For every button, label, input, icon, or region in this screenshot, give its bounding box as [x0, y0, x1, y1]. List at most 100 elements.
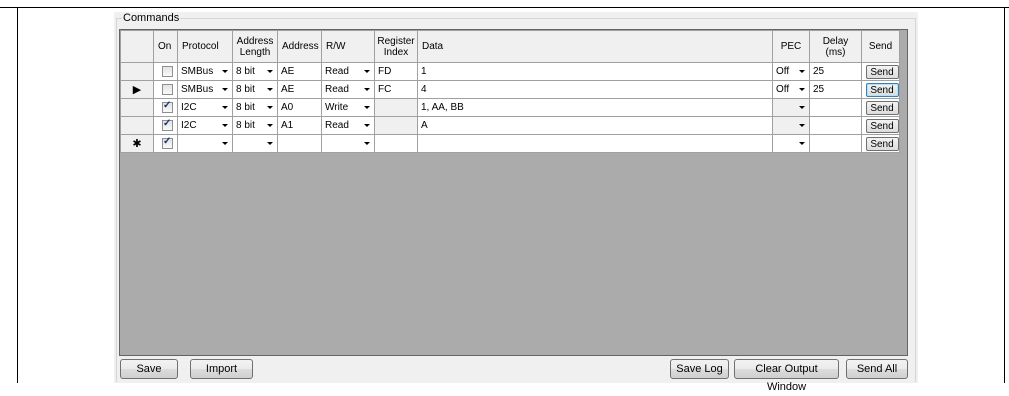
on-checkbox-cell[interactable]: [153, 62, 178, 81]
import-button[interactable]: Import: [190, 359, 253, 379]
on-checkbox[interactable]: [162, 118, 173, 131]
row-header[interactable]: [120, 98, 154, 117]
on-checkbox-cell[interactable]: [153, 80, 178, 99]
send-cell: Send: [861, 80, 900, 99]
delay-cell[interactable]: 25: [809, 80, 862, 99]
address-length-select[interactable]: 8 bit: [232, 116, 278, 135]
table-row: I2C 8 bit A1 Read A Send: [120, 116, 900, 135]
on-checkbox[interactable]: [162, 65, 173, 77]
col-header-pec[interactable]: PEC: [772, 30, 810, 63]
dropdown-arrow-icon: [222, 142, 228, 145]
row-header[interactable]: [120, 62, 154, 81]
table-row: ▶ SMBus 8 bit AE Read FC 4 Off 25 Send: [120, 80, 900, 99]
address-length-select[interactable]: 8 bit: [232, 80, 278, 99]
on-checkbox-cell[interactable]: [153, 98, 178, 117]
dropdown-arrow-icon: [799, 142, 805, 145]
delay-cell[interactable]: [809, 98, 862, 117]
protocol-select[interactable]: SMBus: [177, 80, 233, 99]
on-checkbox-cell[interactable]: [153, 116, 178, 135]
dropdown-arrow-icon: [364, 124, 370, 127]
col-header-send[interactable]: Send: [861, 30, 900, 63]
data-cell[interactable]: 1: [417, 62, 773, 81]
address-cell[interactable]: A0: [277, 98, 322, 117]
rw-select[interactable]: Read: [321, 80, 375, 99]
col-header-data[interactable]: Data: [417, 30, 773, 63]
address-length-value: 8 bit: [236, 102, 255, 113]
delay-cell[interactable]: [809, 116, 862, 135]
on-checkbox[interactable]: [162, 83, 173, 95]
col-header-on[interactable]: On: [153, 30, 178, 63]
protocol-value: SMBus: [181, 66, 214, 77]
col-header-address[interactable]: Address: [277, 30, 322, 63]
col-header-address-length[interactable]: Address Length: [232, 30, 278, 63]
col-header-protocol[interactable]: Protocol: [177, 30, 233, 63]
save-log-button[interactable]: Save Log: [670, 359, 729, 379]
send-cell: Send: [861, 134, 900, 153]
on-checkbox[interactable]: [162, 136, 173, 149]
protocol-select[interactable]: [177, 134, 233, 153]
send-cell: Send: [861, 98, 900, 117]
address-length-value: 8 bit: [236, 120, 255, 131]
data-cell[interactable]: A: [417, 116, 773, 135]
delay-cell[interactable]: [809, 134, 862, 153]
pec-select[interactable]: [772, 134, 810, 153]
row-header[interactable]: [120, 116, 154, 135]
register-index-cell: [374, 98, 418, 117]
dropdown-arrow-icon: [267, 106, 273, 109]
dropdown-arrow-icon: [364, 142, 370, 145]
address-cell[interactable]: AE: [277, 80, 322, 99]
clear-output-window-button[interactable]: Clear Output Window: [734, 359, 839, 393]
address-cell[interactable]: A1: [277, 116, 322, 135]
col-header-rw[interactable]: R/W: [321, 30, 375, 63]
send-button[interactable]: Send: [865, 118, 899, 133]
pec-value: Off: [776, 84, 790, 95]
address-cell[interactable]: AE: [277, 62, 322, 81]
protocol-select[interactable]: I2C: [177, 98, 233, 117]
delay-cell[interactable]: 25: [809, 62, 862, 81]
address-length-select[interactable]: 8 bit: [232, 62, 278, 81]
address-length-value: 8 bit: [236, 84, 255, 95]
dropdown-arrow-icon: [222, 88, 228, 91]
dropdown-arrow-icon: [267, 70, 273, 73]
send-all-button[interactable]: Send All: [846, 359, 908, 379]
register-index-cell[interactable]: FD: [374, 62, 418, 81]
rw-select[interactable]: Write: [321, 98, 375, 117]
send-cell: Send: [861, 62, 900, 81]
rw-select[interactable]: [321, 134, 375, 153]
commands-grid[interactable]: On Protocol Address Length Address R/W Re…: [119, 29, 908, 356]
dropdown-arrow-icon: [364, 88, 370, 91]
send-button[interactable]: Send: [865, 100, 899, 115]
commands-table: On Protocol Address Length Address R/W Re…: [120, 30, 900, 153]
row-header[interactable]: ▶: [120, 80, 154, 99]
col-header-delay[interactable]: Delay (ms): [809, 30, 862, 63]
address-length-select[interactable]: [232, 134, 278, 153]
dropdown-arrow-icon: [222, 124, 228, 127]
col-header-register-index[interactable]: Register Index: [374, 30, 418, 63]
protocol-select[interactable]: I2C: [177, 116, 233, 135]
rw-select[interactable]: Read: [321, 116, 375, 135]
new-row-marker[interactable]: ✱: [120, 134, 154, 153]
data-cell[interactable]: 1, AA, BB: [417, 98, 773, 117]
address-cell[interactable]: [277, 134, 322, 153]
pec-select[interactable]: Off: [772, 62, 810, 81]
dropdown-arrow-icon: [799, 124, 805, 127]
header-row: On Protocol Address Length Address R/W Re…: [120, 30, 900, 63]
pec-select: [772, 98, 810, 117]
send-button[interactable]: Send: [865, 136, 899, 151]
register-index-cell[interactable]: [374, 134, 418, 153]
send-button[interactable]: Send: [865, 64, 899, 79]
address-length-select[interactable]: 8 bit: [232, 98, 278, 117]
send-button[interactable]: Send: [865, 82, 899, 97]
dropdown-arrow-icon: [364, 70, 370, 73]
pec-select: [772, 116, 810, 135]
on-checkbox-cell[interactable]: [153, 134, 178, 153]
protocol-select[interactable]: SMBus: [177, 62, 233, 81]
rw-select[interactable]: Read: [321, 62, 375, 81]
data-cell[interactable]: 4: [417, 80, 773, 99]
register-index-cell[interactable]: FC: [374, 80, 418, 99]
save-button[interactable]: Save: [120, 359, 178, 379]
pec-select[interactable]: Off: [772, 80, 810, 99]
on-checkbox[interactable]: [162, 100, 173, 113]
data-cell[interactable]: [417, 134, 773, 153]
table-row: SMBus 8 bit AE Read FD 1 Off 25 Send: [120, 62, 900, 81]
